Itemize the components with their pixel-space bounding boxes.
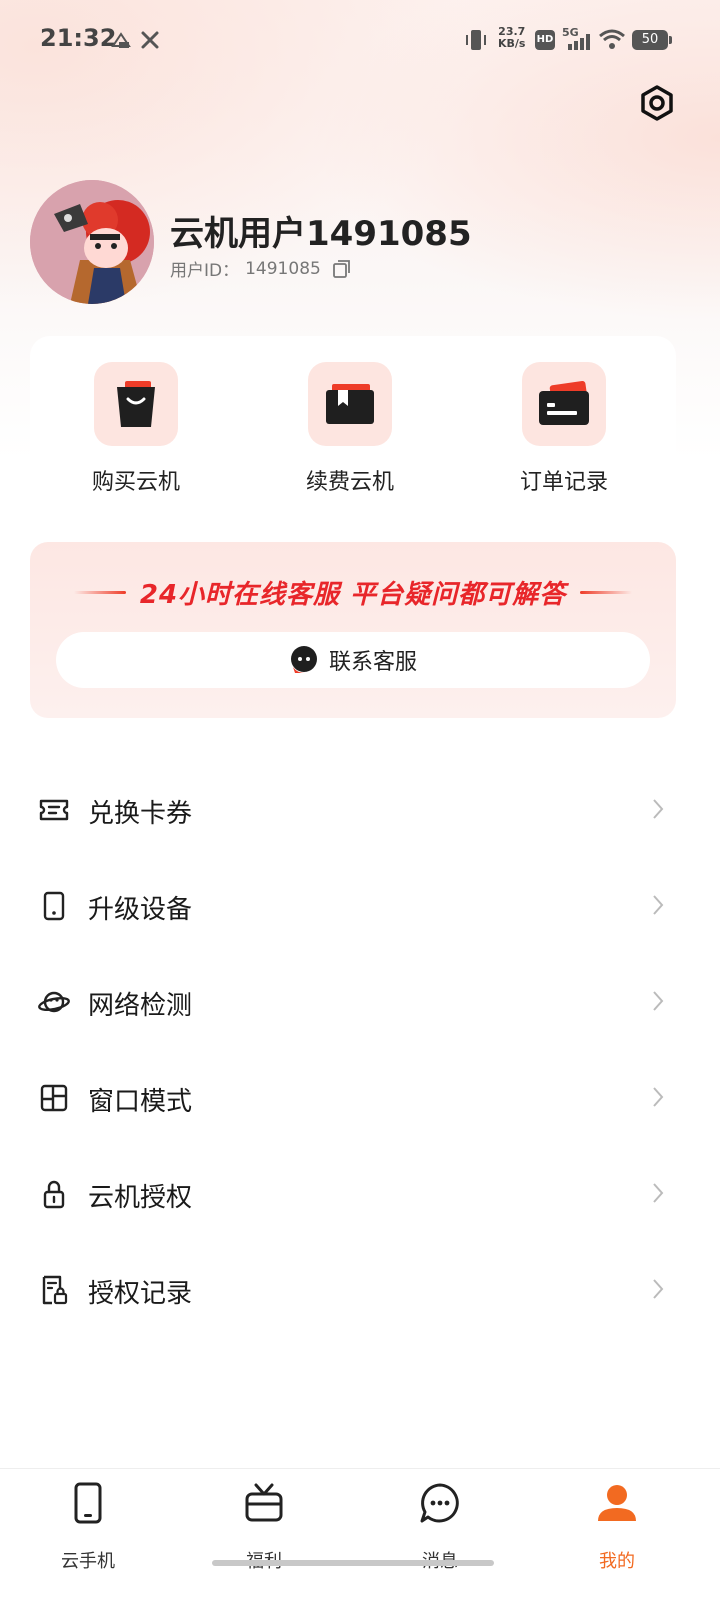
document-lock-icon — [42, 1275, 68, 1305]
nav-tab-label: 我的 — [599, 1551, 635, 1572]
user-id-value: 1491085 — [245, 258, 321, 279]
service-title: 24小时在线客服 平台疑问都可解答 — [139, 579, 567, 610]
renew-box-icon — [326, 384, 374, 424]
nav-tab-label: 云手机 — [61, 1551, 115, 1572]
menu-item-window-mode[interactable]: 窗口模式 — [0, 1050, 720, 1146]
settings-gear-icon[interactable] — [638, 84, 676, 122]
menu-item-label: 升级设备 — [88, 895, 193, 925]
gift-icon — [245, 1483, 283, 1522]
quick-action-label: 订单记录 — [519, 470, 608, 495]
ticket-icon — [39, 799, 69, 821]
sync-status-icon — [111, 32, 131, 48]
nav-tab-cloud-phone[interactable]: 云手机 — [28, 1481, 148, 1573]
quick-action-orders[interactable]: 订单记录 — [484, 362, 644, 496]
user-icon — [598, 1485, 636, 1521]
contact-service-button[interactable]: 联系客服 — [56, 632, 650, 688]
cellular-signal-icon — [568, 34, 590, 50]
order-card-icon — [539, 381, 589, 425]
menu-item-label: 网络检测 — [88, 991, 193, 1021]
window-layout-icon — [40, 1084, 68, 1112]
user-id-row: 用户ID： 1491085 — [170, 256, 353, 281]
chevron-right-icon — [653, 1087, 664, 1107]
menu-item-auth-records[interactable]: 授权记录 — [0, 1242, 720, 1338]
quick-action-label: 购买云机 — [91, 470, 180, 495]
menu-item-network-check[interactable]: 网络检测 — [0, 954, 720, 1050]
phone-icon — [43, 891, 65, 921]
settings-menu: 兑换卡券 升级设备 网络检测 窗口模式 云机授权 授权记录 — [0, 762, 720, 1338]
lock-icon — [43, 1180, 65, 1209]
planet-icon — [38, 991, 70, 1013]
avatar[interactable] — [30, 180, 154, 304]
chevron-right-icon — [653, 991, 664, 1011]
quick-actions-card: 购买云机 续费云机 订单记录 — [30, 336, 676, 516]
copy-icon[interactable] — [331, 258, 353, 280]
menu-item-authorize[interactable]: 云机授权 — [0, 1146, 720, 1242]
customer-service-card: 24小时在线客服 平台疑问都可解答 联系客服 — [30, 542, 676, 718]
quick-action-buy[interactable]: 购买云机 — [56, 362, 216, 496]
chevron-right-icon — [653, 799, 664, 819]
user-id-label: 用户ID： — [170, 261, 240, 281]
menu-item-redeem[interactable]: 兑换卡券 — [0, 762, 720, 858]
quick-action-icon-box — [522, 362, 606, 446]
chevron-right-icon — [653, 895, 664, 915]
menu-item-upgrade[interactable]: 升级设备 — [0, 858, 720, 954]
menu-item-label: 授权记录 — [88, 1279, 193, 1309]
tools-icon — [141, 31, 159, 49]
wifi-icon — [599, 29, 625, 49]
quick-action-label: 续费云机 — [305, 470, 394, 495]
title-dash-right — [580, 590, 633, 594]
title-dash-left — [73, 590, 126, 594]
battery-indicator: 50 — [632, 30, 672, 50]
service-title-row: 24小时在线客服 平台疑问都可解答 — [30, 572, 676, 612]
quick-action-icon-box — [94, 362, 178, 446]
quick-action-icon-box — [308, 362, 392, 446]
avatar-illustration — [30, 180, 154, 304]
phone-icon — [74, 1482, 102, 1524]
status-bar: 21:32 23.7 KB/s HD 5G 50 — [0, 0, 720, 80]
bottom-navigation: 云手机 福利 消息 我的 — [0, 1468, 720, 1600]
contact-service-label: 联系客服 — [328, 650, 417, 675]
hd-badge: HD — [535, 30, 555, 50]
service-avatar-icon — [290, 646, 317, 673]
chevron-right-icon — [653, 1279, 664, 1299]
nav-tab-profile[interactable]: 我的 — [557, 1481, 677, 1573]
status-time: 21:32 — [40, 24, 117, 52]
network-speed-unit: KB/s — [498, 37, 526, 50]
vibrate-icon — [466, 30, 486, 50]
shopping-bag-icon — [117, 381, 155, 427]
network-speed: 23.7 KB/s — [498, 26, 525, 50]
menu-item-label: 兑换卡券 — [88, 799, 193, 829]
user-name: 云机用户1491085 — [170, 214, 472, 254]
quick-action-renew[interactable]: 续费云机 — [270, 362, 430, 496]
chevron-right-icon — [653, 1183, 664, 1203]
home-indicator[interactable] — [212, 1560, 494, 1566]
menu-item-label: 窗口模式 — [88, 1087, 193, 1117]
chat-bubble-icon — [420, 1483, 459, 1523]
menu-item-label: 云机授权 — [88, 1183, 193, 1213]
